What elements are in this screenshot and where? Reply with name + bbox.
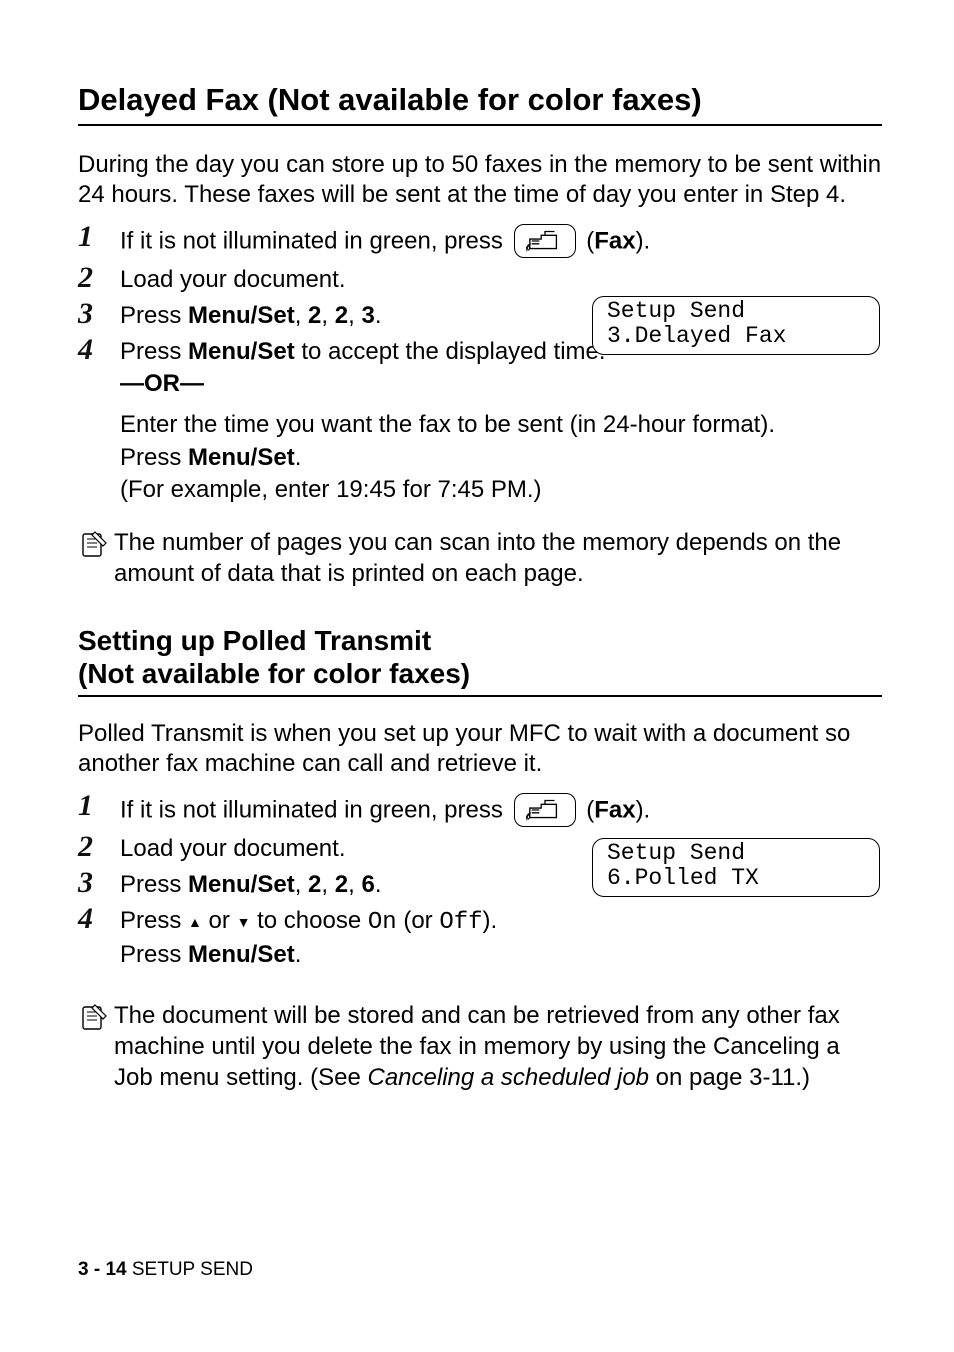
step-number: 4 — [78, 334, 120, 366]
fax-label: Fax — [594, 797, 635, 824]
text: Press — [120, 444, 188, 471]
text: ( — [580, 797, 595, 824]
key-digit: 2 — [308, 302, 321, 329]
heading-polled-transmit: Setting up Polled Transmit (Not availabl… — [78, 624, 882, 697]
text: Press — [120, 941, 188, 968]
step-text: Press ▲ or ▼ to choose On (or Off). Pres… — [120, 903, 882, 971]
text: ( — [580, 227, 595, 254]
intro-polled-transmit: Polled Transmit is when you set up your … — [78, 719, 882, 780]
note-text: The number of pages you can scan into th… — [114, 528, 882, 589]
cross-reference: Canceling a scheduled job — [367, 1064, 649, 1091]
text: to choose — [250, 907, 367, 934]
key-digit: 3 — [361, 302, 374, 329]
intro-delayed-fax: During the day you can store up to 50 fa… — [78, 150, 882, 211]
step-number: 1 — [78, 221, 120, 253]
text: ). — [483, 907, 498, 934]
menu-set-label: Menu/Set — [188, 338, 295, 365]
steps-delayed-fax: 1 If it is not illuminated in green, pre… — [78, 221, 882, 506]
text: . — [375, 302, 382, 329]
fax-icon — [514, 224, 576, 258]
text: , — [295, 302, 308, 329]
text: , — [321, 302, 334, 329]
step-text: If it is not illuminated in green, press… — [120, 221, 882, 260]
fax-label: Fax — [594, 227, 635, 254]
note-text: The document will be stored and can be r… — [114, 1001, 882, 1093]
down-arrow-icon: ▼ — [237, 914, 251, 930]
up-arrow-icon: ▲ — [188, 914, 202, 930]
lcd-display-polled-tx: Setup Send 6.Polled TX — [592, 838, 880, 897]
text: ). — [636, 797, 651, 824]
text: on page 3-11.) — [649, 1064, 810, 1091]
step-number: 4 — [78, 903, 120, 935]
text: Press — [120, 871, 188, 898]
step-number: 3 — [78, 298, 120, 330]
option-on: On — [368, 909, 397, 936]
text: Press — [120, 338, 188, 365]
note-icon — [78, 1001, 112, 1042]
key-digit: 2 — [308, 871, 321, 898]
note-delayed-fax: The number of pages you can scan into th… — [78, 528, 882, 589]
menu-set-label: Menu/Set — [188, 444, 295, 471]
text: If it is not illuminated in green, press — [120, 797, 510, 824]
step-number: 3 — [78, 867, 120, 899]
option-off: Off — [439, 909, 482, 936]
text: . — [295, 444, 302, 471]
step-text: If it is not illuminated in green, press… — [120, 790, 882, 829]
menu-set-label: Menu/Set — [188, 871, 295, 898]
text: . — [375, 871, 382, 898]
step-number: 1 — [78, 790, 120, 822]
text: Press — [120, 907, 188, 934]
menu-set-label: Menu/Set — [188, 302, 295, 329]
step-number: 2 — [78, 262, 120, 294]
lcd-display-delayed-fax: Setup Send 3.Delayed Fax — [592, 296, 880, 355]
step-number: 2 — [78, 831, 120, 863]
step-text: Press Menu/Set to accept the displayed t… — [120, 334, 882, 507]
text: . — [295, 941, 302, 968]
text: (or — [397, 907, 440, 934]
text: to accept the displayed time. — [295, 338, 606, 365]
text: , — [348, 302, 361, 329]
step-text: Load your document. — [120, 262, 882, 296]
text: ). — [636, 227, 651, 254]
text: If it is not illuminated in green, press — [120, 227, 510, 254]
page-footer: 3 - 14 SETUP SEND — [78, 1258, 253, 1282]
text: , — [321, 871, 334, 898]
note-icon — [78, 528, 112, 569]
footer-section: SETUP SEND — [127, 1259, 253, 1280]
text: (For example, enter 19:45 for 7:45 PM.) — [120, 475, 882, 506]
text: Enter the time you want the fax to be se… — [120, 410, 882, 441]
or-separator: —OR— — [120, 370, 204, 397]
text: , — [348, 871, 361, 898]
fax-icon — [514, 793, 576, 827]
menu-set-label: Menu/Set — [188, 941, 295, 968]
text: , — [295, 871, 308, 898]
text: or — [202, 907, 237, 934]
key-digit: 2 — [335, 871, 348, 898]
key-digit: 6 — [361, 871, 374, 898]
note-polled-transmit: The document will be stored and can be r… — [78, 1001, 882, 1093]
key-digit: 2 — [335, 302, 348, 329]
text: Press — [120, 302, 188, 329]
page-number: 3 - 14 — [78, 1259, 127, 1280]
heading-delayed-fax: Delayed Fax (Not available for color fax… — [78, 80, 882, 126]
